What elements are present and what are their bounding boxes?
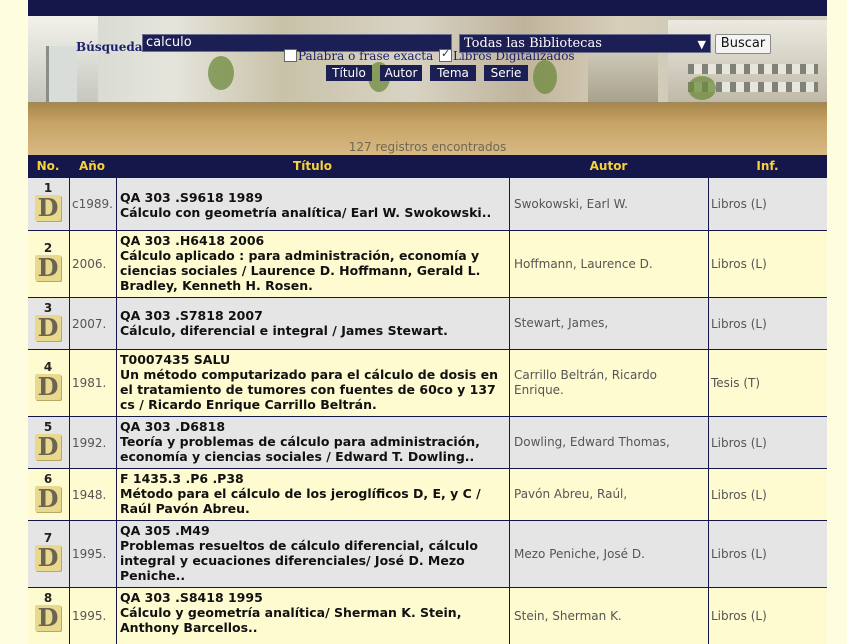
row-year: 1995. <box>69 521 115 587</box>
table-row[interactable]: 5 D 1992. QA 303 .D6818 Teoría y problem… <box>28 416 827 468</box>
catalog-frame: Búsqueda: calculo Todas las Bibliotecas … <box>28 0 827 644</box>
row-inf: Libros (L) <box>708 521 827 587</box>
row-inf: Libros (L) <box>708 588 827 644</box>
row-title-cell[interactable]: QA 305 .M49 Problemas resueltos de cálcu… <box>116 521 509 587</box>
row-author[interactable]: Dowling, Edward Thomas, <box>509 417 708 468</box>
digital-badge-icon[interactable]: D <box>35 605 61 631</box>
row-year: 1948. <box>69 469 115 520</box>
header-inf: Inf. <box>756 159 779 173</box>
digital-badge-icon[interactable]: D <box>35 545 61 571</box>
row-author[interactable]: Swokowski, Earl W. <box>509 178 708 230</box>
digital-badge-icon[interactable]: D <box>35 486 61 512</box>
row-title-cell[interactable]: QA 303 .H6418 2006 Cálculo aplicado : pa… <box>116 231 509 297</box>
call-number: F 1435.3 .P6 .P38 <box>120 471 244 486</box>
row-year: 2007. <box>69 298 115 349</box>
chevron-down-icon: ▼ <box>697 38 706 51</box>
row-title-cell[interactable]: F 1435.3 .P6 .P38 Método para el cálculo… <box>116 469 509 520</box>
row-year: 1995. <box>69 588 115 644</box>
row-inf: Libros (L) <box>708 178 827 230</box>
row-title-cell[interactable]: T0007435 SALU Un método computarizado pa… <box>116 350 509 416</box>
banner-tree <box>688 76 716 100</box>
table-row[interactable]: 1 D c1989. QA 303 .S9618 1989 Cálculo co… <box>28 177 827 230</box>
title-link[interactable]: Cálculo y geometría analítica/ Sherman K… <box>120 605 506 635</box>
field-title-button[interactable]: Título <box>326 65 372 81</box>
search-banner: Búsqueda: calculo Todas las Bibliotecas … <box>28 16 827 103</box>
title-link[interactable]: Un método computarizado para el cálculo … <box>120 367 506 412</box>
call-number: QA 303 .S9618 1989 <box>120 190 263 205</box>
exact-phrase-checkbox[interactable] <box>284 49 297 62</box>
row-title-cell[interactable]: QA 303 .D6818 Teoría y problemas de cálc… <box>116 417 509 468</box>
row-number-cell: 1 D <box>28 178 68 230</box>
title-link[interactable]: Método para el cálculo de los jeroglífic… <box>120 486 506 516</box>
digital-badge-icon[interactable]: D <box>35 195 61 221</box>
top-bar <box>28 0 827 16</box>
header-no: No. <box>36 159 60 173</box>
field-series-button[interactable]: Serie <box>484 65 528 81</box>
row-author[interactable]: Stewart, James, <box>509 298 708 349</box>
banner-building <box>46 46 77 102</box>
row-author[interactable]: Stein, Sherman K. <box>509 588 708 644</box>
row-author[interactable]: Pavón Abreu, Raúl, <box>509 469 708 520</box>
row-inf: Tesis (T) <box>708 350 827 416</box>
table-row[interactable]: 7 D 1995. QA 305 .M49 Problemas resuelto… <box>28 520 827 587</box>
banner-tree <box>208 56 234 90</box>
digital-badge-icon[interactable]: D <box>35 374 61 400</box>
row-year: 2006. <box>69 231 115 297</box>
row-number-cell: 2 D <box>28 231 68 297</box>
row-number-cell: 4 D <box>28 350 68 416</box>
title-link[interactable]: Cálculo aplicado : para administración, … <box>120 248 506 293</box>
row-inf: Libros (L) <box>708 469 827 520</box>
title-link[interactable]: Problemas resueltos de cálculo diferenci… <box>120 538 506 583</box>
table-row[interactable]: 6 D 1948. F 1435.3 .P6 .P38 Método para … <box>28 468 827 520</box>
header-author: Autor <box>589 159 628 173</box>
call-number: T0007435 SALU <box>120 352 231 367</box>
results-count: 127 registros encontrados <box>348 140 507 154</box>
row-number-cell: 7 D <box>28 521 68 587</box>
title-link[interactable]: Cálculo, diferencial e integral / James … <box>120 323 506 338</box>
field-author-button[interactable]: Autor <box>380 65 422 81</box>
digital-badge-icon[interactable]: D <box>35 315 61 341</box>
search-label: Búsqueda: <box>76 40 147 54</box>
row-author[interactable]: Hoffmann, Laurence D. <box>509 231 708 297</box>
digital-books-checkbox[interactable] <box>439 47 452 62</box>
row-number-cell: 8 D <box>28 588 68 644</box>
row-inf: Libros (L) <box>708 417 827 468</box>
row-title-cell[interactable]: QA 303 .S9618 1989 Cálculo con geometría… <box>116 178 509 230</box>
banner-tree <box>533 60 557 94</box>
row-inf: Libros (L) <box>708 298 827 349</box>
call-number: QA 303 .D6818 <box>120 419 226 434</box>
row-number-cell: 3 D <box>28 298 68 349</box>
digital-books-label: Libros Digitalizados <box>453 49 575 63</box>
field-subject-button[interactable]: Tema <box>430 65 476 81</box>
row-title-cell[interactable]: QA 303 .S7818 2007 Cálculo, diferencial … <box>116 298 509 349</box>
results-table-header: No. Año Título Autor Inf. <box>28 155 827 177</box>
row-year: 1992. <box>69 417 115 468</box>
title-link[interactable]: Cálculo con geometría analítica/ Earl W.… <box>120 205 506 220</box>
title-link[interactable]: Teoría y problemas de cálculo para admin… <box>120 434 506 464</box>
row-year: 1981. <box>69 350 115 416</box>
row-inf: Libros (L) <box>708 231 827 297</box>
call-number: QA 303 .S7818 2007 <box>120 308 263 323</box>
search-button[interactable]: Buscar <box>715 34 771 54</box>
call-number: QA 303 .S8418 1995 <box>120 590 263 605</box>
row-year: c1989. <box>69 178 115 230</box>
digital-badge-icon[interactable]: D <box>35 255 61 281</box>
digital-badge-icon[interactable]: D <box>35 434 61 460</box>
table-row[interactable]: 2 D 2006. QA 303 .H6418 2006 Cálculo apl… <box>28 230 827 297</box>
table-row[interactable]: 4 D 1981. T0007435 SALU Un método comput… <box>28 349 827 416</box>
row-title-cell[interactable]: QA 303 .S8418 1995 Cálculo y geometría a… <box>116 588 509 644</box>
call-number: QA 303 .H6418 2006 <box>120 233 265 248</box>
banner-building <box>588 46 658 102</box>
table-row[interactable]: 3 D 2007. QA 303 .S7818 2007 Cálculo, di… <box>28 297 827 349</box>
header-title: Título <box>293 159 332 173</box>
exact-phrase-label: Palabra o frase exacta <box>298 49 434 63</box>
call-number: QA 305 .M49 <box>120 523 210 538</box>
row-number-cell: 5 D <box>28 417 68 468</box>
row-author[interactable]: Carrillo Beltrán, Ricardo Enrique. <box>509 350 708 416</box>
header-year: Año <box>78 159 106 173</box>
banner-building <box>688 64 818 74</box>
row-author[interactable]: Mezo Peniche, José D. <box>509 521 708 587</box>
row-number-cell: 6 D <box>28 469 68 520</box>
table-row[interactable]: 8 D 1995. QA 303 .S8418 1995 Cálculo y g… <box>28 587 827 644</box>
